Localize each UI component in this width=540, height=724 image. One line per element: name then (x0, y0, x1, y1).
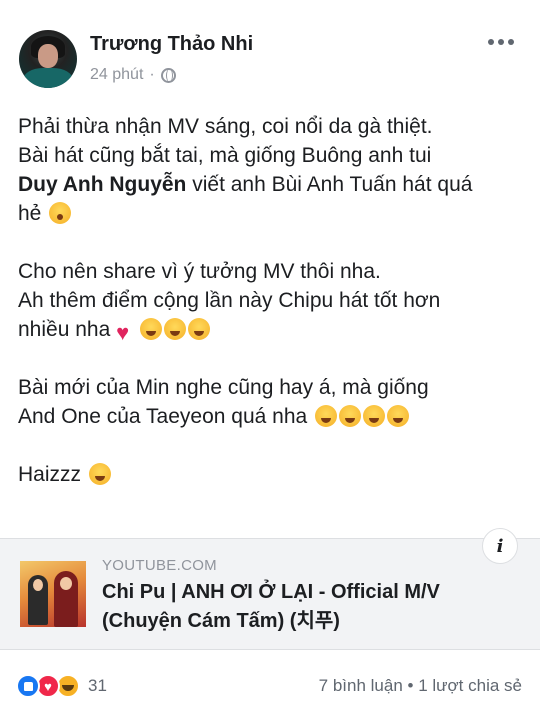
link-title-line[interactable]: (Chuyện Cám Tấm) (치푸) (102, 610, 340, 632)
text-line: Bài mới của Min nghe cũng hay á, mà giốn… (18, 376, 429, 399)
author-avatar[interactable] (19, 30, 77, 88)
text-line: Ah thêm điểm cộng lần này Chipu hát tốt … (18, 289, 441, 312)
sleeping-face-emoji-icon (363, 405, 386, 427)
smiling-face-emoji-icon (188, 318, 211, 340)
reaction-count[interactable]: 31 (88, 676, 107, 696)
post-meta: 24 phút · (90, 66, 176, 84)
post-footer: 31 7 bình luận • 1 lượt chia sẻ (0, 660, 540, 710)
post-header: Trương Thảo Nhi 24 phút · (0, 0, 540, 100)
reactions-summary[interactable]: 31 (16, 674, 107, 698)
smiling-face-emoji-icon (140, 318, 163, 340)
mention-link[interactable]: Duy Anh Nguyễn (18, 173, 186, 196)
text-line: hẻ (18, 202, 42, 225)
paragraph-4: Haizzz (18, 460, 528, 489)
text-line: Phải thừa nhận MV sáng, coi nổi da gà th… (18, 115, 433, 138)
post-time[interactable]: 24 phút (90, 66, 143, 84)
hushed-face-emoji-icon (49, 202, 72, 224)
info-icon[interactable]: i (482, 528, 518, 564)
meta-separator: · (149, 66, 155, 83)
text-line: Bài hát cũng bắt tai, mà giống Buông anh… (18, 144, 432, 167)
link-domain: YOUTUBE.COM (102, 557, 217, 574)
text-line: Haizzz (18, 463, 82, 486)
comments-shares-count[interactable]: 7 bình luận • 1 lượt chia sẻ (319, 676, 522, 696)
author-name[interactable]: Trương Thảo Nhi (90, 33, 253, 56)
post-body: Phải thừa nhận MV sáng, coi nổi da gà th… (18, 112, 528, 518)
smiling-face-emoji-icon (164, 318, 187, 340)
text-line: viết anh Bùi Anh Tuấn hát quá (186, 173, 473, 196)
globe-icon (160, 67, 176, 83)
link-title[interactable]: Chi Pu | ANH ƠI Ở LẠI - Official M/V (Ch… (102, 578, 502, 636)
relieved-face-emoji-icon (315, 405, 338, 427)
grinning-face-emoji-icon (88, 463, 111, 485)
video-thumbnail[interactable] (20, 561, 86, 627)
paragraph-2: Cho nên share vì ý tưởng MV thôi nha. Ah… (18, 257, 528, 344)
sleeping-face-emoji-icon (387, 405, 410, 427)
text-line: nhiều nha (18, 318, 111, 341)
paragraph-3: Bài mới của Min nghe cũng hay á, mà giốn… (18, 373, 528, 431)
like-icon (16, 674, 40, 698)
red-heart-emoji-icon: ♥ (116, 320, 130, 345)
paragraph-1: Phải thừa nhận MV sáng, coi nổi da gà th… (18, 112, 528, 228)
link-title-line[interactable]: Chi Pu | ANH ƠI Ở LẠI - Official M/V (102, 581, 440, 603)
sleeping-face-emoji-icon (339, 405, 362, 427)
text-line: And One của Taeyeon quá nha (18, 405, 308, 428)
more-options-icon[interactable] (486, 32, 516, 52)
text-line: Cho nên share vì ý tưởng MV thôi nha. (18, 260, 381, 283)
